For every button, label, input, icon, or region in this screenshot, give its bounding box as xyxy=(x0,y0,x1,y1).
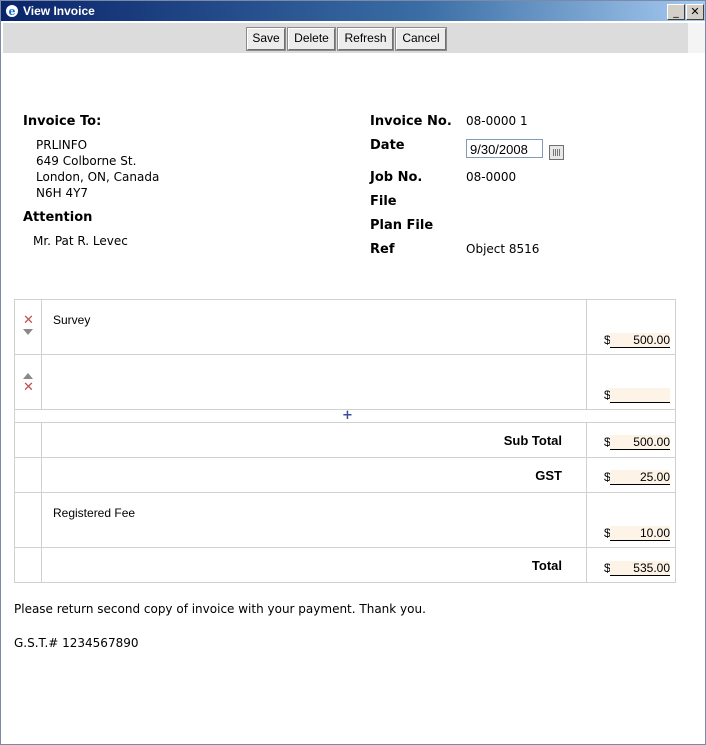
line-item-row xyxy=(14,354,676,410)
delete-button[interactable]: Delete xyxy=(287,27,336,51)
move-down-icon[interactable] xyxy=(23,329,33,335)
date-input[interactable]: 9/30/2008 xyxy=(466,139,543,158)
total-amount: 535.00 xyxy=(610,561,670,576)
payment-note: Please return second copy of invoice wit… xyxy=(14,602,426,616)
total-row xyxy=(14,547,676,583)
fee-label: Registered Fee xyxy=(53,506,136,520)
plan-file-label: Plan File xyxy=(370,218,434,233)
attention-value: Mr. Pat R. Levec xyxy=(33,234,128,248)
ie-icon: e xyxy=(6,5,18,18)
address-line-3: London, ON, Canada xyxy=(36,170,160,184)
close-button[interactable]: ✕ xyxy=(686,4,704,20)
fee-row xyxy=(14,492,676,548)
address-line-4: N6H 4Y7 xyxy=(36,186,89,200)
gst-number: G.S.T.# 1234567890 xyxy=(14,636,139,650)
scrollbar[interactable] xyxy=(688,23,705,53)
ref-label: Ref xyxy=(370,242,395,257)
gst-label: GST xyxy=(535,468,562,483)
remove-icon[interactable]: ✕ xyxy=(23,314,34,327)
invoice-window: e View Invoice _ ✕ Save Delete Refresh C… xyxy=(0,0,706,745)
line-item-amount[interactable] xyxy=(610,388,670,403)
date-label: Date xyxy=(370,138,405,153)
gst-amount: 25.00 xyxy=(610,470,670,485)
invoice-no-label: Invoice No. xyxy=(370,114,452,129)
address-line-1: PRLINFO xyxy=(36,138,88,152)
line-item-amount[interactable]: 500.00 xyxy=(610,333,670,348)
subtotal-row xyxy=(14,422,676,458)
job-no-label: Job No. xyxy=(370,170,423,185)
refresh-button[interactable]: Refresh xyxy=(337,27,394,51)
file-label: File xyxy=(370,194,397,209)
minimize-button[interactable]: _ xyxy=(667,4,685,20)
title-bar[interactable]: e View Invoice _ ✕ xyxy=(1,1,705,21)
toolbar: Save Delete Refresh Cancel xyxy=(3,23,688,53)
add-line-icon[interactable]: + xyxy=(342,409,353,422)
remove-icon[interactable]: ✕ xyxy=(23,381,34,394)
subtotal-amount: 500.00 xyxy=(610,435,670,450)
attention-label: Attention xyxy=(23,210,93,225)
address-line-2: 649 Colborne St. xyxy=(36,154,137,168)
subtotal-label: Sub Total xyxy=(503,433,562,448)
invoice-no-value: 08-0000 1 xyxy=(466,114,528,128)
calendar-icon[interactable] xyxy=(549,145,564,160)
gst-row xyxy=(14,457,676,493)
window-title: View Invoice xyxy=(23,4,95,18)
line-item-row xyxy=(14,299,676,355)
total-label: Total xyxy=(531,558,562,573)
invoice-to-label: Invoice To: xyxy=(23,114,102,129)
svg-text:e: e xyxy=(9,5,16,18)
save-button[interactable]: Save xyxy=(246,27,286,51)
ref-value: Object 8516 xyxy=(466,242,540,256)
line-item-description[interactable]: Survey xyxy=(53,313,90,327)
job-no-value: 08-0000 xyxy=(466,170,517,184)
move-up-icon[interactable] xyxy=(23,373,33,379)
cancel-button[interactable]: Cancel xyxy=(395,27,447,51)
fee-amount[interactable]: 10.00 xyxy=(610,526,670,541)
